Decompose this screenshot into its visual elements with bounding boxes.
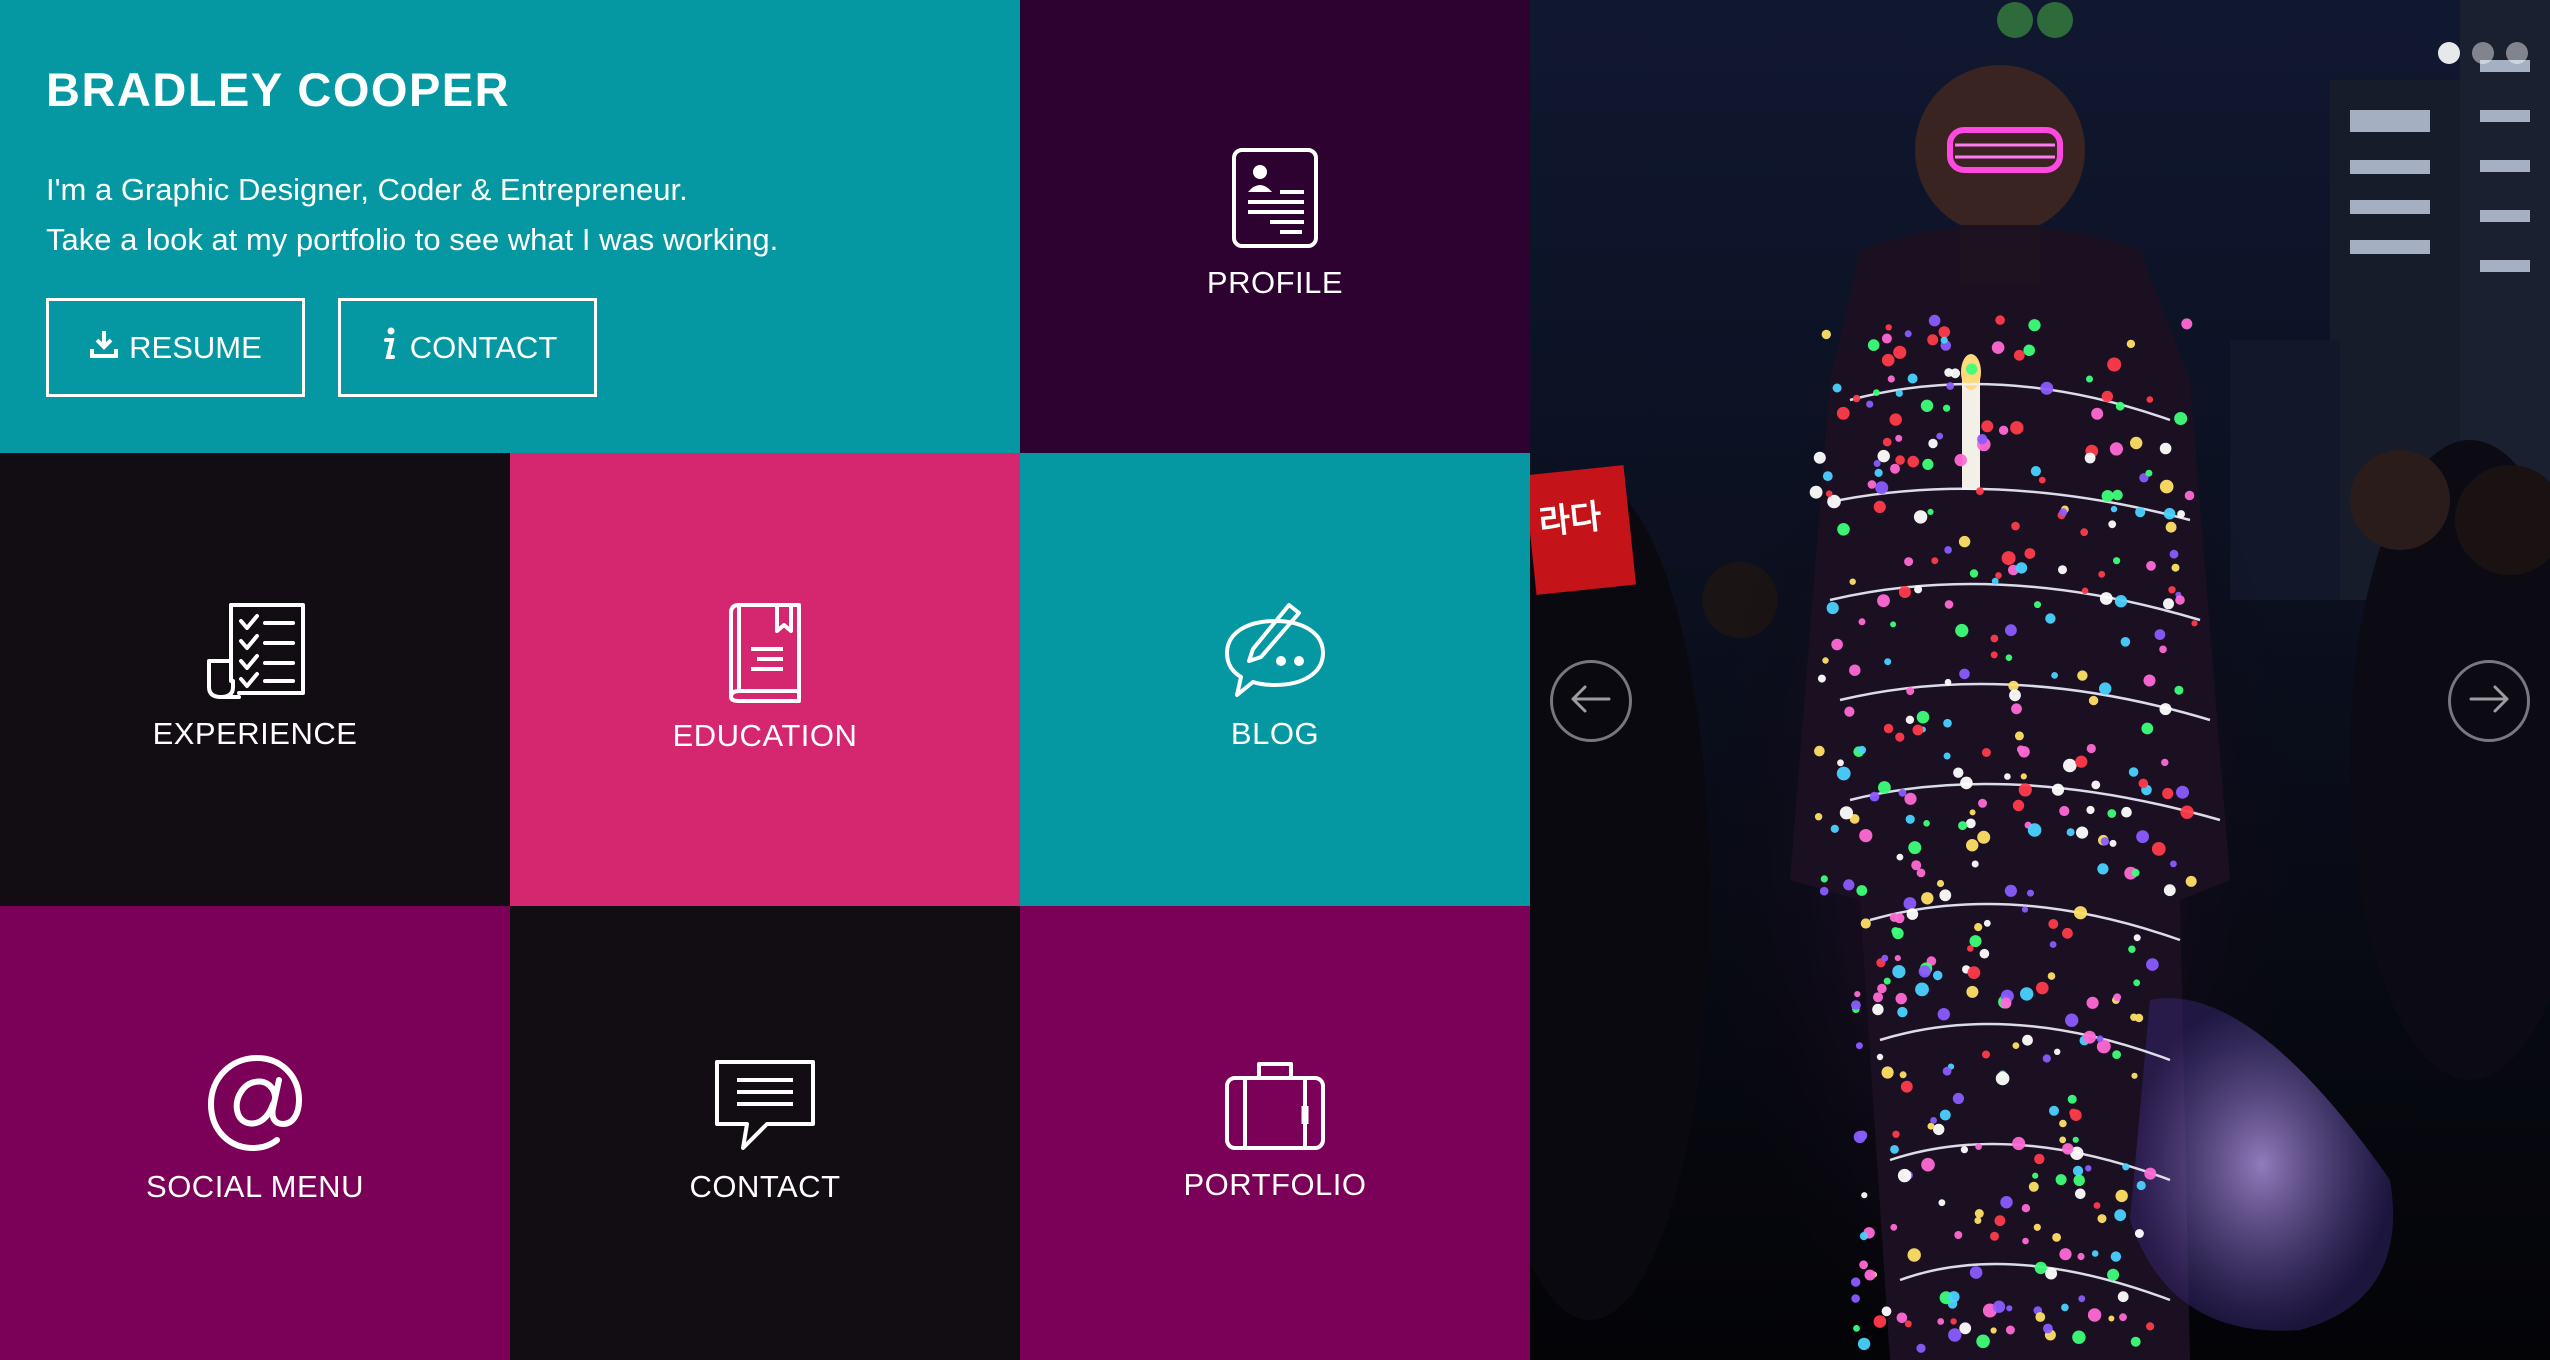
tile-experience[interactable]: EXPERIENCE: [0, 453, 510, 906]
at-sign-icon: [205, 1052, 305, 1159]
resume-button-label: RESUME: [129, 329, 262, 365]
tile-experience-label: EXPERIENCE: [152, 716, 358, 751]
slider-photo: 라다: [1530, 0, 2550, 1360]
slider-pagination: [2438, 42, 2528, 64]
tile-blog[interactable]: BLOG: [1020, 453, 1530, 906]
tile-portfolio[interactable]: PORTFOLIO: [1020, 906, 1530, 1360]
arrow-left-icon: [1569, 684, 1613, 719]
slider-dot-1[interactable]: [2438, 42, 2460, 64]
tile-profile-label: PROFILE: [1206, 265, 1344, 300]
tile-blog-label: BLOG: [1230, 716, 1320, 751]
tile-profile[interactable]: PROFILE: [1020, 0, 1530, 453]
contact-button[interactable]: CONTACT: [338, 298, 597, 397]
tile-portfolio-label: PORTFOLIO: [1183, 1167, 1367, 1202]
resume-document-icon: [1230, 146, 1320, 255]
speech-bubble-icon: [713, 1058, 817, 1159]
briefcase-icon: [1223, 1058, 1327, 1157]
tile-education[interactable]: EDUCATION: [510, 453, 1020, 906]
svg-text:라다: 라다: [1537, 497, 1603, 543]
intro-tagline: I'm a Graphic Designer, Coder & Entrepre…: [46, 172, 688, 207]
book-icon: [727, 601, 803, 708]
slider-prev-button[interactable]: [1550, 660, 1632, 742]
resume-button[interactable]: RESUME: [46, 298, 305, 397]
checklist-icon: [203, 601, 307, 706]
tile-social-menu-label: SOCIAL MENU: [146, 1169, 364, 1204]
tile-social-menu[interactable]: SOCIAL MENU: [0, 906, 510, 1360]
arrow-right-icon: [2467, 684, 2511, 719]
slider-dot-2[interactable]: [2472, 42, 2494, 64]
info-icon: [378, 327, 400, 369]
slider-next-button[interactable]: [2448, 660, 2530, 742]
page-title: BRADLEY COOPER: [46, 63, 511, 116]
chat-pencil-icon: [1223, 601, 1327, 706]
tile-contact-label: CONTACT: [689, 1169, 841, 1204]
download-icon: [89, 329, 119, 367]
image-slider[interactable]: 라다: [1530, 0, 2550, 1360]
tile-contact[interactable]: CONTACT: [510, 906, 1020, 1360]
intro-panel: BRADLEY COOPER I'm a Graphic Designer, C…: [0, 0, 1020, 453]
intro-description: Take a look at my portfolio to see what …: [46, 222, 779, 257]
contact-button-label: CONTACT: [409, 329, 558, 365]
tile-education-label: EDUCATION: [672, 718, 858, 753]
slider-dot-3[interactable]: [2506, 42, 2528, 64]
